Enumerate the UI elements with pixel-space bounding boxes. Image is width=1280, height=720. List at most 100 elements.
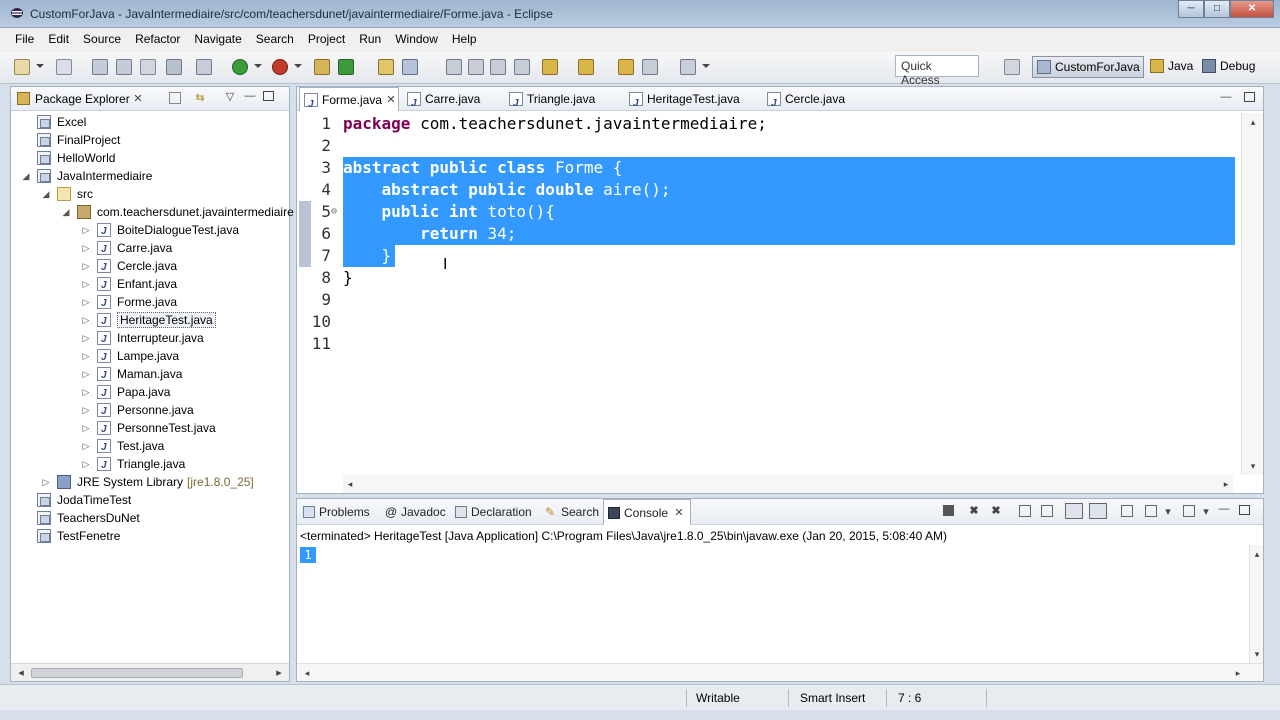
editor-tab[interactable]: Carre.java [403,87,513,116]
remove-all-launches-icon[interactable]: ✖ [989,504,1003,518]
horizontal-scrollbar[interactable]: ◂ ▸ [343,475,1233,493]
menu-refactor[interactable]: Refactor [128,28,187,52]
tree-item[interactable]: ▷ HeritageTest.java [11,311,289,331]
perspective-debug[interactable]: Debug [1198,56,1260,78]
open-type-icon[interactable] [378,59,394,75]
menu-edit[interactable]: Edit [41,28,76,52]
back-arrow-icon[interactable] [642,59,658,75]
tab-javadoc[interactable]: @ Javadoc [381,499,446,525]
tree-item[interactable]: FinalProject [11,131,289,149]
menu-window[interactable]: Window [388,28,445,52]
expand-icon[interactable]: ▷ [81,455,91,473]
expand-icon[interactable]: ▷ [81,239,91,257]
tree-item[interactable]: ▷ Maman.java [11,365,289,385]
scroll-left-icon[interactable]: ◂ [343,477,357,491]
tree-item[interactable]: ▷ Personne.java [11,401,289,421]
next-annotation-icon[interactable] [542,59,558,75]
tree-item[interactable]: Excel [11,113,289,131]
expand-icon[interactable]: ▷ [81,347,91,365]
tree-item[interactable]: ▷ Papa.java [11,383,289,403]
collapse-icon[interactable]: ◢ [61,203,71,221]
chevron-down-icon[interactable] [702,64,710,68]
expand-icon[interactable]: ▷ [81,329,91,347]
expand-icon[interactable]: ▷ [81,275,91,293]
maximize-view-icon[interactable] [1239,505,1250,515]
tree-item[interactable]: ▷ Carre.java [11,239,289,259]
tree-item[interactable]: ◢ com.teachersdunet.javaintermediaire [11,203,294,221]
expand-icon[interactable]: ▷ [81,365,91,383]
save-all-icon[interactable] [116,59,132,75]
scroll-up-icon[interactable]: ▴ [1250,547,1264,561]
chevron-down-icon[interactable] [294,64,302,68]
close-icon[interactable]: ✕ [131,92,145,106]
menu-help[interactable]: Help [445,28,484,52]
close-icon[interactable]: ✕ [384,93,398,107]
tab-problems[interactable]: Problems [299,499,370,525]
scroll-up-icon[interactable]: ▴ [1246,115,1260,129]
tree-item[interactable]: ▷ Triangle.java [11,455,289,475]
scrollbar-thumb[interactable] [31,668,243,678]
tab-search[interactable]: ✎ Search [541,499,599,525]
collapse-icon[interactable]: ◢ [41,185,51,203]
save-icon[interactable] [92,59,108,75]
tree-item[interactable]: ▷ JRE System Library [jre1.8.0_25] [11,473,289,491]
external-tools-icon[interactable] [272,59,288,75]
tree-item[interactable]: TestFenetre [11,527,289,545]
clear-console-icon[interactable] [1019,505,1031,517]
maximize-button[interactable]: □ [1204,0,1230,18]
close-button[interactable]: ✕ [1230,0,1274,18]
terminate-icon[interactable] [943,505,954,516]
perspective-java[interactable]: Java [1146,56,1196,78]
prev-annotation-icon[interactable] [578,59,594,75]
minimize-view-icon[interactable]: — [1217,502,1231,516]
tree-item[interactable]: ▷ BoiteDialogueTest.java [11,221,289,241]
open-icon[interactable] [56,59,72,75]
code-area[interactable]: 1 package com.teachersdunet.javaintermedi… [297,113,1237,475]
open-perspective-icon[interactable] [1004,59,1020,75]
scroll-left-icon[interactable]: ◂ [14,666,28,680]
tree-item[interactable]: ◢ src [11,185,289,203]
minimize-view-icon[interactable]: — [243,89,257,103]
tree-item[interactable]: ▷ Lampe.java [11,347,289,367]
scroll-right-icon[interactable]: ▸ [1219,477,1233,491]
chevron-down-icon[interactable] [36,64,44,68]
print-icon[interactable] [140,59,156,75]
expand-icon[interactable]: ▷ [81,383,91,401]
tree-item[interactable]: ▷ Interrupteur.java [11,329,289,349]
scroll-right-icon[interactable]: ▸ [1231,666,1245,680]
tree-item[interactable]: ▷ Enfant.java [11,275,289,295]
debug-icon[interactable] [196,59,212,75]
tab-console[interactable]: Console ✕ [603,499,691,525]
minimize-button[interactable]: ─ [1178,0,1204,18]
close-icon[interactable]: ✕ [672,506,686,520]
expand-icon[interactable]: ▷ [81,311,91,329]
scroll-down-icon[interactable]: ▾ [1250,647,1264,661]
expand-icon[interactable]: ▷ [81,221,91,239]
collapse-all-icon[interactable] [169,92,181,104]
display-console-icon[interactable] [1145,505,1157,517]
run-icon[interactable] [232,59,248,75]
new-class-icon[interactable] [338,59,354,75]
view-menu-icon[interactable]: ▽ [223,90,237,104]
scroll-down-icon[interactable]: ▾ [1246,459,1260,473]
tree-item[interactable]: ▷ Forme.java [11,293,289,313]
new-package-icon[interactable] [314,59,330,75]
expand-icon[interactable]: ▷ [81,401,91,419]
console-output[interactable]: 1 [300,547,316,563]
expand-icon[interactable]: ▷ [81,257,91,275]
pilcrow-icon[interactable] [514,59,530,75]
forward-arrow-icon[interactable] [680,59,696,75]
scroll-lock-icon[interactable] [1041,505,1053,517]
toggle-mark-icon[interactable] [446,59,462,75]
expand-icon[interactable]: ▷ [81,437,91,455]
horizontal-scrollbar[interactable]: ◂ ▸ [11,663,289,681]
tree-item[interactable]: HelloWorld [11,149,289,167]
package-explorer-tab[interactable]: Package Explorer ✕ ⇆ ▽ — [11,87,289,111]
tree-item[interactable]: ▷ Test.java [11,437,289,457]
show-console-icon[interactable] [1089,503,1107,519]
new-icon[interactable] [14,59,30,75]
editor-tab[interactable]: Cercle.java [763,87,873,116]
tree-item[interactable]: TeachersDuNet [11,509,289,527]
vertical-scrollbar[interactable]: ▴ ▾ [1241,113,1263,475]
perspective-customforjava[interactable]: CustomForJava [1032,56,1144,78]
